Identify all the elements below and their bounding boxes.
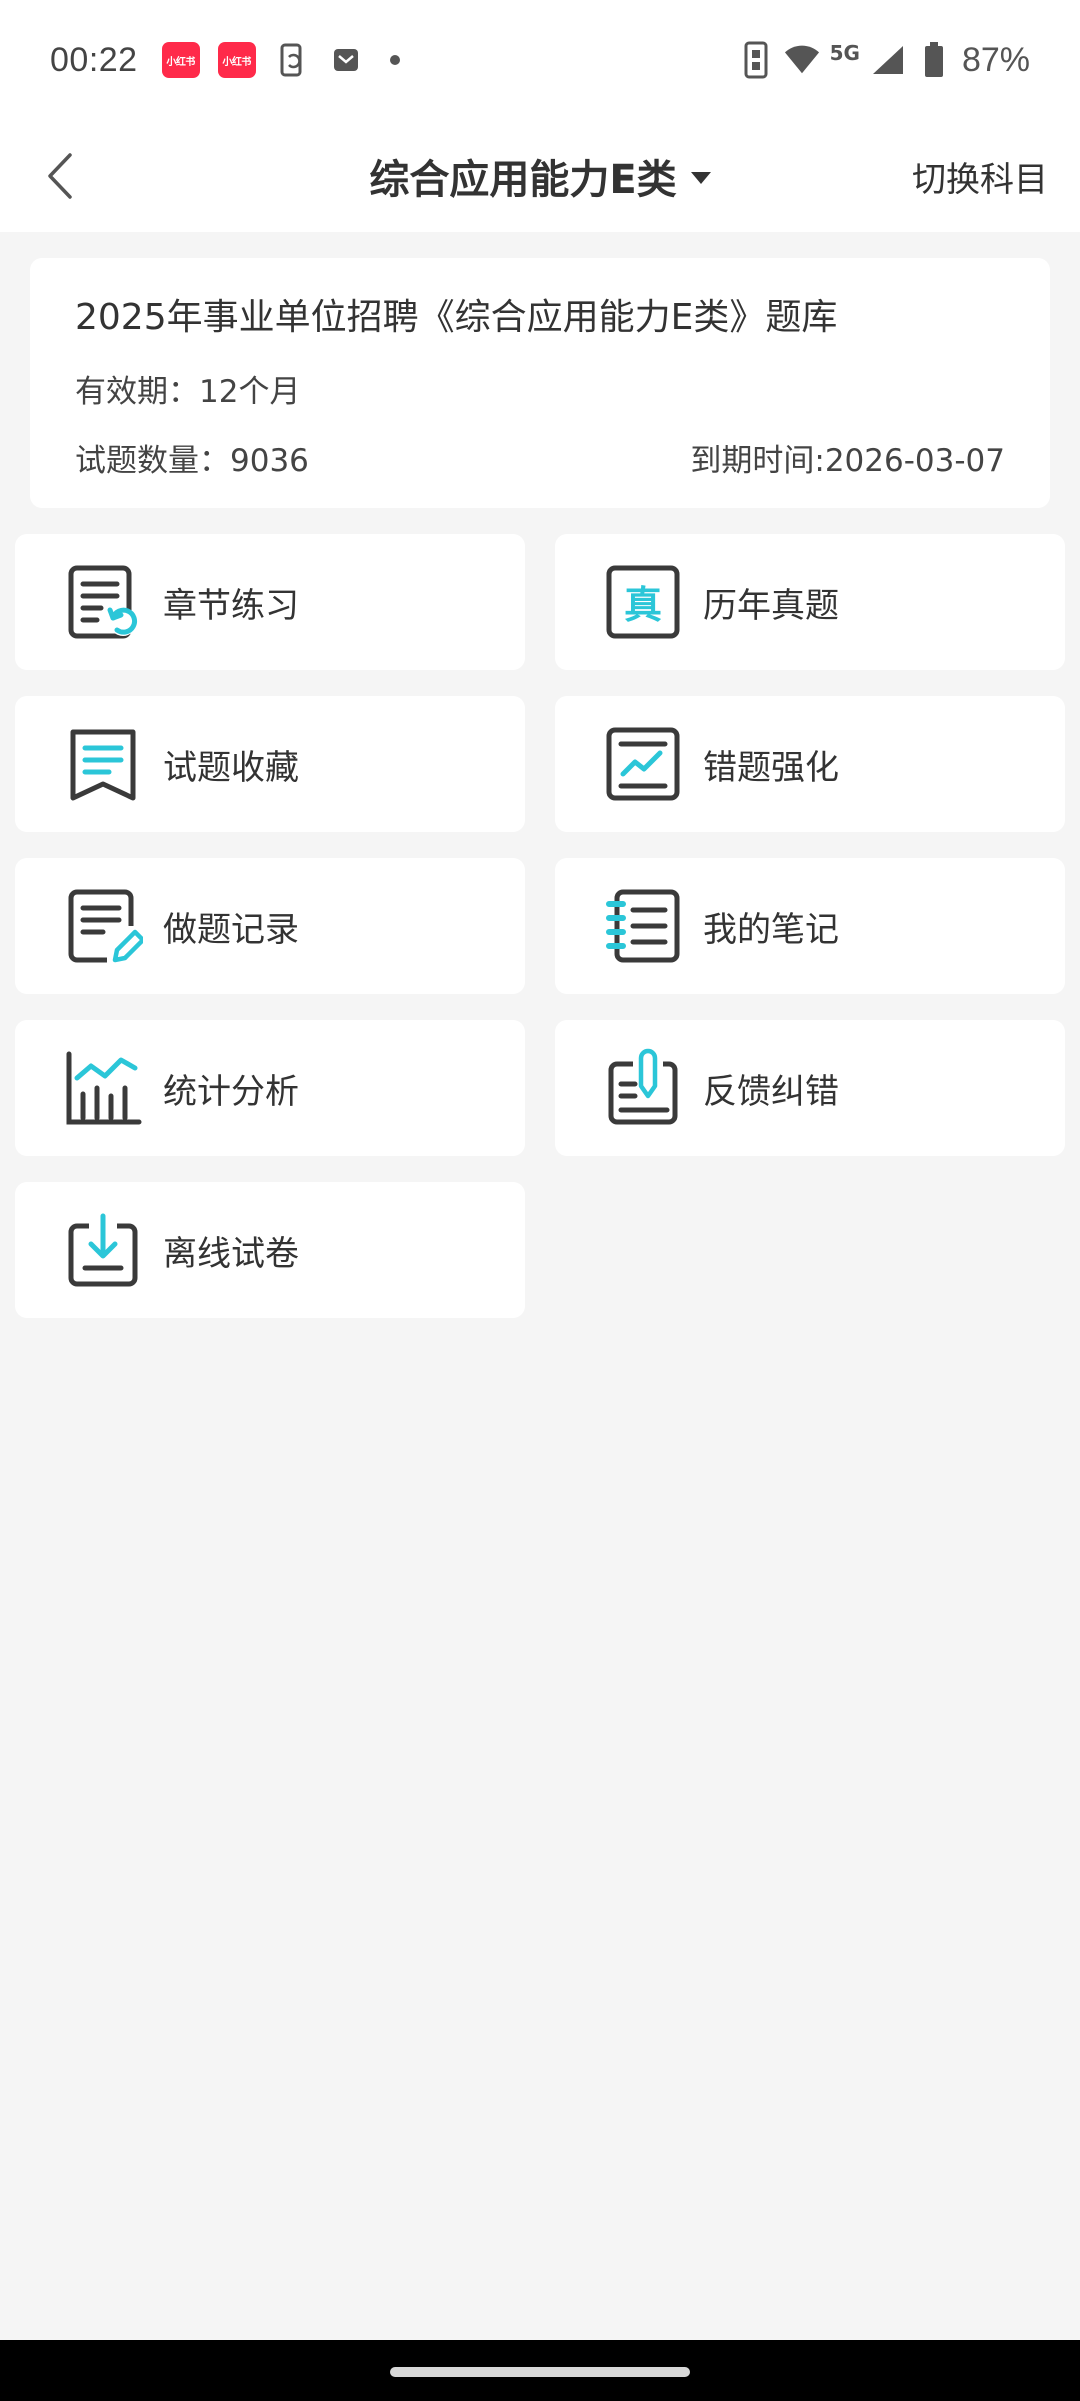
expiry-text: 到期时间:2026-03-07	[690, 443, 1005, 479]
question-count-text: 试题数量：9036	[75, 443, 309, 479]
tile-wrong-questions[interactable]: 错题强化	[555, 696, 1065, 832]
app-screen: 00:22 小红书 小红书 5G 87% 综合应用能力E类 切换科目 2025年…	[0, 0, 1080, 2401]
tile-bookmarks[interactable]: 试题收藏	[15, 696, 525, 832]
validity-text: 有效期：12个月	[75, 374, 301, 410]
subject-dropdown[interactable]: 综合应用能力E类	[369, 147, 711, 205]
battery-percent: 87%	[961, 40, 1030, 79]
question-bank-info-card: 2025年事业单位招聘《综合应用能力E类》题库 有效期：12个月 试题数量：90…	[30, 258, 1050, 508]
chevron-left-icon	[48, 153, 72, 199]
past-papers-icon: 真	[603, 562, 683, 642]
svg-text:真: 真	[624, 583, 662, 627]
record-icon	[63, 886, 143, 966]
statistics-icon	[63, 1048, 143, 1128]
status-right: 5G 87%	[738, 41, 1030, 80]
notes-icon	[603, 886, 683, 966]
download-icon	[63, 1210, 143, 1290]
tile-past-papers[interactable]: 真 历年真题	[555, 534, 1065, 670]
tile-chapter-practice[interactable]: 章节练习	[15, 534, 525, 670]
tile-label: 章节练习	[163, 585, 299, 626]
count-expiry-row: 试题数量：9036 到期时间:2026-03-07	[75, 435, 1005, 480]
tile-label: 我的笔记	[703, 909, 839, 950]
tile-label: 历年真题	[703, 585, 839, 626]
top-nav: 综合应用能力E类 切换科目	[0, 120, 1080, 232]
wrong-questions-icon	[603, 724, 683, 804]
phone-sync-icon	[274, 42, 310, 78]
switch-subject-button[interactable]: 切换科目	[912, 152, 1048, 201]
wifi-icon	[784, 42, 820, 78]
tile-label: 离线试卷	[163, 1233, 299, 1274]
question-bank-title: 2025年事业单位招聘《综合应用能力E类》题库	[75, 297, 838, 338]
dropdown-caret-icon	[690, 172, 711, 184]
back-button[interactable]	[30, 146, 90, 206]
tile-feedback[interactable]: 反馈纠错	[555, 1020, 1065, 1156]
tile-label: 统计分析	[163, 1071, 299, 1112]
status-bar: 00:22 小红书 小红书 5G 87%	[0, 0, 1080, 120]
mail-icon	[328, 42, 364, 78]
status-time: 00:22	[50, 40, 138, 79]
network-type: 5G	[829, 41, 860, 65]
tile-offline-papers[interactable]: 离线试卷	[15, 1182, 525, 1318]
home-gesture-handle[interactable]	[390, 2367, 690, 2377]
tile-label: 错题强化	[703, 747, 839, 788]
tile-my-notes[interactable]: 我的笔记	[555, 858, 1065, 994]
tile-practice-record[interactable]: 做题记录	[15, 858, 525, 994]
tile-label: 做题记录	[163, 909, 299, 950]
tile-label: 试题收藏	[163, 747, 299, 788]
xiaohongshu-icon: 小红书	[217, 42, 256, 78]
xiaohongshu-icon: 小红书	[161, 42, 200, 78]
nfc-icon	[738, 41, 774, 79]
chapter-practice-icon	[63, 562, 143, 642]
battery-icon	[916, 42, 952, 78]
bookmark-icon	[63, 724, 143, 804]
validity-row: 有效期：12个月	[75, 366, 1005, 411]
tile-statistics[interactable]: 统计分析	[15, 1020, 525, 1156]
feedback-icon	[603, 1048, 683, 1128]
signal-icon	[870, 42, 906, 78]
notification-icons: 小红书 小红书	[161, 42, 400, 78]
more-notifications-dot	[389, 55, 400, 65]
page-title: 综合应用能力E类	[369, 157, 677, 203]
tile-label: 反馈纠错	[703, 1071, 839, 1112]
